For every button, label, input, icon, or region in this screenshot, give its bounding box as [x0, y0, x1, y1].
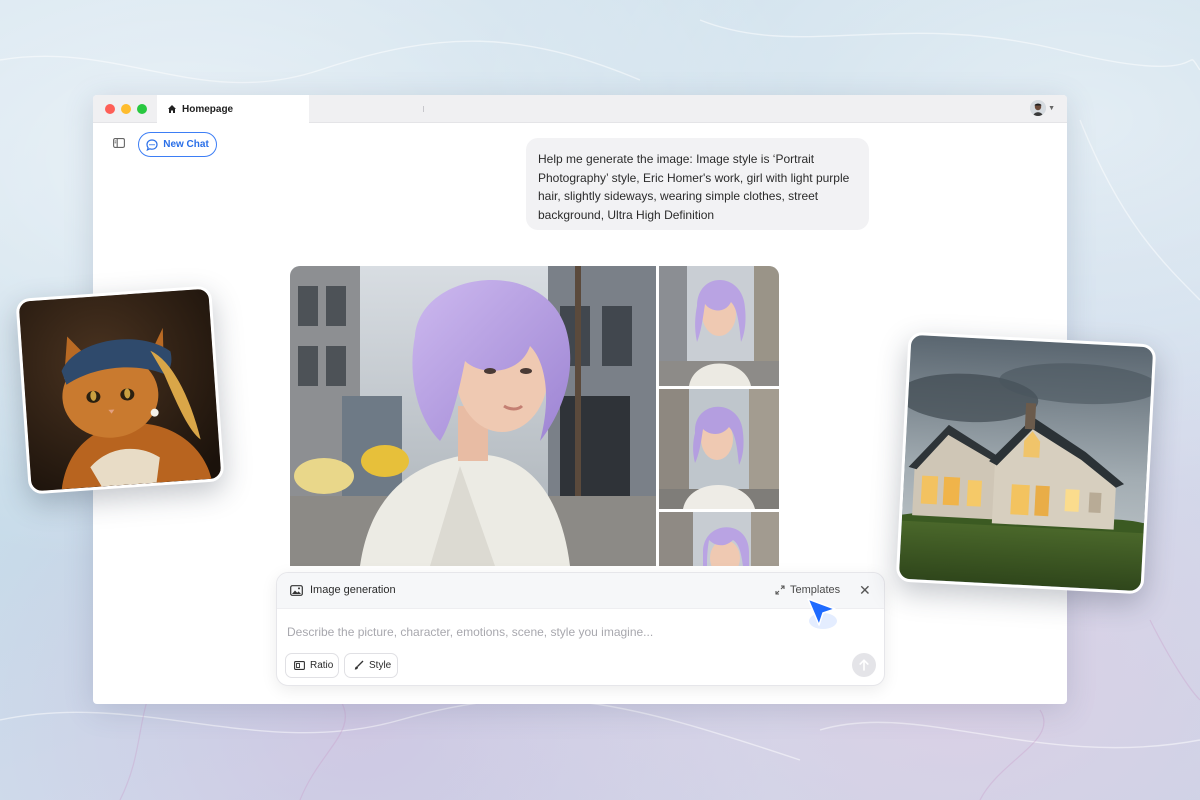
generated-image-thumb[interactable] [659, 512, 779, 566]
tab-homepage[interactable]: Homepage [157, 95, 309, 123]
arrow-up-icon [859, 659, 869, 671]
templates-label: Templates [790, 584, 841, 596]
style-button[interactable]: Style [344, 653, 398, 678]
templates-button[interactable]: Templates [775, 584, 840, 596]
pointer-cursor-icon [805, 597, 841, 631]
close-icon[interactable]: ✕ [859, 583, 871, 597]
generated-image-thumb[interactable] [659, 266, 779, 386]
chevron-down-icon: ▼ [1048, 104, 1055, 112]
brush-icon [353, 660, 364, 671]
tab-divider [423, 106, 424, 112]
style-label: Style [369, 660, 392, 671]
home-icon [167, 104, 177, 114]
generated-image-main[interactable] [290, 266, 656, 566]
send-button[interactable] [852, 653, 876, 677]
account-menu[interactable]: ▼ [1030, 100, 1055, 116]
new-chat-label: New Chat [163, 139, 209, 150]
maximize-window-button[interactable] [137, 104, 147, 114]
prompt-composer: Image generation Templates ✕ Ratio Style [276, 572, 885, 686]
decorative-cat-portrait [15, 285, 225, 495]
prompt-input[interactable] [287, 623, 827, 641]
image-icon [290, 585, 303, 596]
close-window-button[interactable] [105, 104, 115, 114]
ratio-icon [294, 661, 305, 670]
title-bar: Homepage ▼ [93, 95, 1067, 123]
tab-label: Homepage [182, 103, 234, 115]
avatar [1030, 100, 1047, 116]
sidebar-toggle-icon[interactable] [113, 138, 125, 148]
ratio-button[interactable]: Ratio [285, 653, 339, 678]
chat-bubble-icon [146, 138, 158, 151]
decorative-house-photo [895, 331, 1157, 595]
minimize-window-button[interactable] [121, 104, 131, 114]
new-chat-button[interactable]: New Chat [138, 132, 217, 157]
user-message-bubble: Help me generate the image: Image style … [526, 138, 869, 230]
composer-header: Image generation Templates ✕ [277, 573, 884, 609]
generated-image-grid [290, 266, 780, 566]
expand-icon [775, 585, 785, 595]
ratio-label: Ratio [310, 660, 334, 671]
generated-image-thumb[interactable] [659, 389, 779, 509]
composer-mode-label: Image generation [310, 584, 396, 596]
